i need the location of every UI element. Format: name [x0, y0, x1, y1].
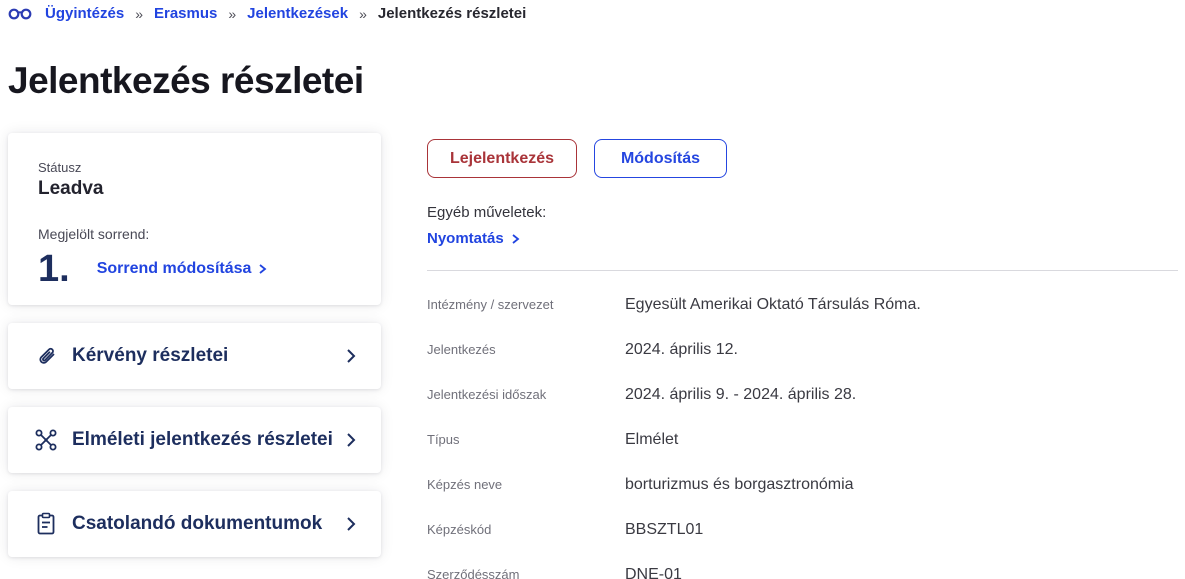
- status-value: Leadva: [38, 178, 351, 200]
- detail-value: Egyesült Amerikai Oktató Társulás Róma.: [625, 296, 921, 314]
- unsubscribe-button[interactable]: Lejelentkezés: [427, 139, 577, 178]
- breadcrumb-separator: »: [359, 6, 367, 22]
- breadcrumb-link-erasmus[interactable]: Erasmus: [154, 5, 217, 22]
- detail-row-training-code: Képzéskód BBSZTL01: [427, 508, 1178, 553]
- breadcrumb-current: Jelentkezés részletei: [378, 5, 526, 22]
- sidebar-item-label: Csatolandó dokumentumok: [72, 513, 346, 535]
- detail-label: Típus: [427, 432, 625, 447]
- modify-order-link[interactable]: Sorrend módosítása: [97, 260, 268, 278]
- detail-value: 2024. április 12.: [625, 341, 738, 359]
- detail-value: BBSZTL01: [625, 521, 703, 539]
- sidebar-item-label: Kérvény részletei: [72, 345, 346, 367]
- clipboard-icon: [33, 512, 59, 536]
- sidebar-item-kerveny-reszletei[interactable]: Kérvény részletei: [8, 323, 381, 389]
- detail-row-type: Típus Elmélet: [427, 418, 1178, 463]
- order-label: Megjelölt sorrend:: [38, 226, 351, 242]
- detail-row-application-period: Jelentkezési időszak 2024. április 9. - …: [427, 373, 1178, 418]
- detail-row-institution: Intézmény / szervezet Egyesült Amerikai …: [427, 283, 1178, 328]
- sidebar-item-elmeleti-jelentkezes[interactable]: Elméleti jelentkezés részletei: [8, 407, 381, 473]
- sidebar: Státusz Leadva Megjelölt sorrend: 1. Sor…: [8, 133, 381, 575]
- main-content: Lejelentkezés Módosítás Egyéb műveletek:…: [427, 139, 1178, 579]
- detail-label: Képzés neve: [427, 477, 625, 492]
- sidebar-item-csatolando-dokumentumok[interactable]: Csatolandó dokumentumok: [8, 491, 381, 557]
- chevron-right-icon: [346, 516, 356, 532]
- detail-label: Jelentkezési időszak: [427, 387, 625, 402]
- detail-value: Elmélet: [625, 431, 678, 449]
- glasses-icon: [8, 6, 32, 21]
- breadcrumb-link-ugyintezes[interactable]: Ügyintézés: [45, 5, 124, 22]
- breadcrumb: Ügyintézés » Erasmus » Jelentkezések » J…: [8, 5, 526, 22]
- print-link[interactable]: Nyomtatás: [427, 230, 520, 247]
- detail-label: Jelentkezés: [427, 342, 625, 357]
- status-card: Státusz Leadva Megjelölt sorrend: 1. Sor…: [8, 133, 381, 305]
- breadcrumb-separator: »: [228, 6, 236, 22]
- detail-label: Intézmény / szervezet: [427, 297, 625, 312]
- print-link-label: Nyomtatás: [427, 230, 504, 247]
- order-number: 1.: [38, 250, 70, 288]
- chevron-right-icon: [258, 263, 267, 275]
- chevron-right-icon: [511, 233, 520, 245]
- detail-row-training-name: Képzés neve borturizmus és borgasztronóm…: [427, 463, 1178, 508]
- sidebar-item-label: Elméleti jelentkezés részletei: [72, 429, 346, 451]
- breadcrumb-separator: »: [135, 6, 143, 22]
- detail-value: DNE-01: [625, 566, 682, 579]
- chevron-right-icon: [346, 432, 356, 448]
- divider: [427, 270, 1178, 271]
- detail-value: borturizmus és borgasztronómia: [625, 476, 854, 494]
- breadcrumb-link-jelentkezesek[interactable]: Jelentkezések: [247, 5, 348, 22]
- detail-value: 2024. április 9. - 2024. április 28.: [625, 386, 856, 404]
- modify-order-label: Sorrend módosítása: [97, 260, 252, 278]
- detail-label: Képzéskód: [427, 522, 625, 537]
- details-list: Intézmény / szervezet Egyesült Amerikai …: [427, 283, 1178, 579]
- page-title: Jelentkezés részletei: [8, 60, 364, 102]
- other-actions-label: Egyéb műveletek:: [427, 204, 1178, 221]
- detail-label: Szerződésszám: [427, 567, 625, 579]
- detail-row-contract-number: Szerződésszám DNE-01: [427, 553, 1178, 579]
- atom-icon: [33, 428, 59, 452]
- detail-row-application-date: Jelentkezés 2024. április 12.: [427, 328, 1178, 373]
- paperclip-icon: [33, 344, 59, 368]
- status-label: Státusz: [38, 160, 351, 175]
- chevron-right-icon: [346, 348, 356, 364]
- modify-button[interactable]: Módosítás: [594, 139, 727, 178]
